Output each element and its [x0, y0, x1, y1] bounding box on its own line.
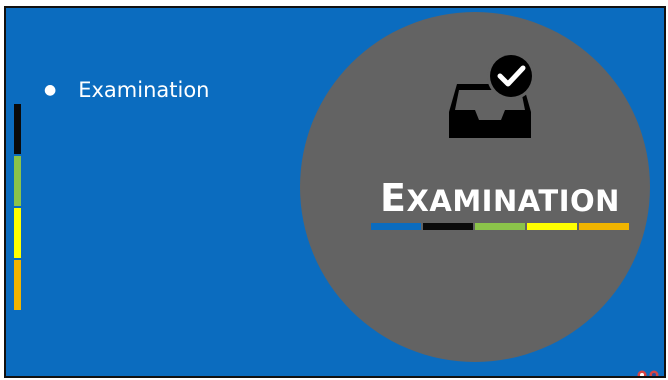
side-bar-yellow	[14, 208, 21, 258]
bullet-text: Examination	[78, 78, 210, 102]
screenshot-frame: ● Examination EXAMINATION	[0, 0, 668, 380]
side-bar-green	[14, 156, 21, 206]
title-color-strip	[371, 223, 631, 230]
side-color-bars	[14, 104, 21, 312]
corner-logo-icon	[637, 370, 659, 376]
slide-title: EXAMINATION	[372, 176, 628, 220]
presentation-slide: ● Examination EXAMINATION	[4, 6, 666, 378]
strip-orange	[579, 223, 629, 230]
side-bar-black	[14, 104, 21, 154]
strip-blue	[371, 223, 421, 230]
title-rest: XAMINATION	[406, 184, 620, 218]
strip-yellow	[527, 223, 577, 230]
strip-green	[475, 223, 525, 230]
bullet-dot: ●	[44, 82, 57, 98]
side-bar-orange	[14, 260, 21, 310]
inbox-tray-check-icon	[449, 52, 535, 138]
title-first-letter: E	[380, 176, 407, 220]
bullet-item: ● Examination	[44, 78, 209, 102]
strip-black	[423, 223, 473, 230]
